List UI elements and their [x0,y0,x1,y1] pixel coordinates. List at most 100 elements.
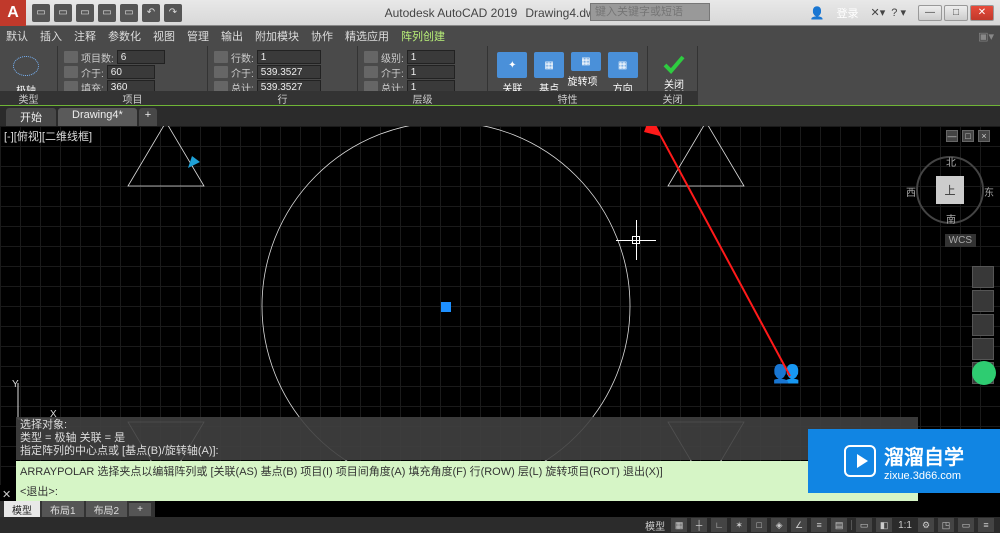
assist-bubble[interactable] [972,361,996,385]
search-input[interactable] [590,3,710,21]
menu-focus[interactable]: ▣▾ [978,30,994,43]
tab-start[interactable]: 开始 [6,108,56,126]
tab-model[interactable]: 模型 [4,501,40,518]
qat-saveas[interactable]: ▭ [98,4,116,22]
vc-south: 南 [946,211,956,226]
status-snap[interactable]: ┼ [691,518,707,532]
app-logo[interactable]: A [0,0,26,26]
exchange-icon[interactable]: ✕▾ [871,6,886,19]
menu-annotate[interactable]: 注释 [74,28,96,44]
ribbon: 极轴 类型 项目数: 介于: 填充: 项目 行数: 介于: 总计: 行 级别: … [0,46,1000,106]
menu-parametric[interactable]: 参数化 [108,28,141,44]
status-osnap[interactable]: □ [751,518,767,532]
polar-icon [9,52,43,80]
status-otrack[interactable]: ∠ [791,518,807,532]
menu-collab[interactable]: 协作 [311,28,333,44]
status-scale[interactable]: 1:1 [896,520,914,531]
qat-plot[interactable]: ▭ [120,4,138,22]
status-gear[interactable]: ⚙ [918,518,934,532]
menu-express[interactable]: 精选应用 [345,28,389,44]
lvl-between-label: 介于: [381,65,404,80]
svg-text:Y: Y [12,379,19,390]
menu-view[interactable]: 视图 [153,28,175,44]
rows-count-input[interactable] [257,50,321,64]
hist-line-1: 选择对象: [20,419,914,432]
status-grid[interactable]: ▦ [671,518,687,532]
command-area: 选择对象: 类型 = 极轴 关联 = 是 指定阵列的中心点或 [基点(B)/旋转… [16,417,918,501]
close-button[interactable]: ✕ [970,5,994,21]
items-count-label: 项目数: [81,50,114,65]
lvl-between-input[interactable] [407,65,455,79]
command-exit[interactable]: <退出>: [16,481,918,501]
items-count-input[interactable] [117,50,165,64]
items-between-icon [64,66,78,78]
nav-wheel[interactable] [972,266,994,288]
tab-layout2[interactable]: 布局2 [86,501,128,518]
watermark-url: zixue.3d66.com [884,470,961,482]
tab-new[interactable]: + [139,108,157,126]
vp-min[interactable]: — [946,130,958,142]
rotate-icon: ▦ [571,52,601,71]
status-transp[interactable]: ▤ [831,518,847,532]
menubar: 默认 插入 注释 参数化 视图 管理 输出 附加模块 协作 精选应用 阵列创建 … [0,26,1000,46]
quick-access-toolbar: ▭ ▭ ▭ ▭ ▭ ↶ ↷ [26,4,188,22]
wcs-label[interactable]: WCS [945,234,976,247]
user-icon: 👤 [810,6,825,20]
viewport-label[interactable]: [-][俯视][二维线框] [4,128,92,144]
rows-between-input[interactable] [257,65,321,79]
tab-layout1[interactable]: 布局1 [42,501,84,518]
vp-max[interactable]: □ [962,130,974,142]
vc-east: 东 [984,184,994,199]
qat-redo[interactable]: ↷ [164,4,182,22]
nav-orbit[interactable] [972,338,994,360]
status-iso[interactable]: ◳ [938,518,954,532]
status-model[interactable]: 模型 [643,518,667,533]
check-icon [659,52,689,78]
status-clean[interactable]: ▭ [958,518,974,532]
menu-output[interactable]: 输出 [221,28,243,44]
vp-close[interactable]: × [978,130,990,142]
qat-save[interactable]: ▭ [76,4,94,22]
nav-zoom[interactable] [972,314,994,336]
status-polar[interactable]: ✶ [731,518,747,532]
command-prompt[interactable]: ARRAYPOLAR 选择夹点以编辑阵列或 [关联(AS) 基点(B) 项目(I… [16,461,918,481]
viewcube[interactable]: 上 北 南 西 东 [916,156,984,224]
document-tabs: 开始 Drawing4* + [0,106,1000,126]
hist-line-3: 指定阵列的中心点或 [基点(B)/旋转轴(A)]: [20,445,914,458]
command-history: 选择对象: 类型 = 极轴 关联 = 是 指定阵列的中心点或 [基点(B)/旋转… [16,417,918,460]
tab-layout-plus[interactable]: + [129,503,151,516]
status-ortho[interactable]: ∟ [711,518,727,532]
qat-undo[interactable]: ↶ [142,4,160,22]
items-between-input[interactable] [107,65,155,79]
status-3dosnap[interactable]: ◈ [771,518,787,532]
rows-between-icon [214,66,228,78]
menu-manage[interactable]: 管理 [187,28,209,44]
login-button[interactable]: 登录 [831,4,865,22]
qat-open[interactable]: ▭ [54,4,72,22]
menu-default[interactable]: 默认 [6,28,28,44]
panel-title-props: 特性 [488,91,647,105]
minimize-button[interactable]: — [918,5,942,21]
menu-insert[interactable]: 插入 [40,28,62,44]
status-qp[interactable]: ▭ [856,518,872,532]
polar-type-button[interactable]: 极轴 [6,48,46,97]
cmd-close-icon[interactable]: ✕ [2,488,11,501]
lvl-count-input[interactable] [407,50,455,64]
maximize-button[interactable]: □ [944,5,968,21]
status-lwt[interactable]: ≡ [811,518,827,532]
menu-addins[interactable]: 附加模块 [255,28,299,44]
tab-drawing4[interactable]: Drawing4* [58,108,137,126]
panel-title-rows: 行 [208,91,357,105]
status-menu[interactable]: ≡ [978,518,994,532]
viewcube-top[interactable]: 上 [936,176,964,204]
help-icon[interactable]: ? ▾ [891,6,906,19]
center-grip[interactable] [441,302,451,312]
nav-pan[interactable] [972,290,994,312]
menu-array-create[interactable]: 阵列创建 [401,28,445,44]
status-sc[interactable]: ◧ [876,518,892,532]
panel-title-levels: 层级 [358,91,487,105]
qat-new[interactable]: ▭ [32,4,50,22]
window-title: Autodesk AutoCAD 2019 Drawing4.dwg ▸ [385,6,616,20]
watermark: 溜溜自学 zixue.3d66.com [808,429,1000,493]
edit-arrow-icon [186,154,204,172]
